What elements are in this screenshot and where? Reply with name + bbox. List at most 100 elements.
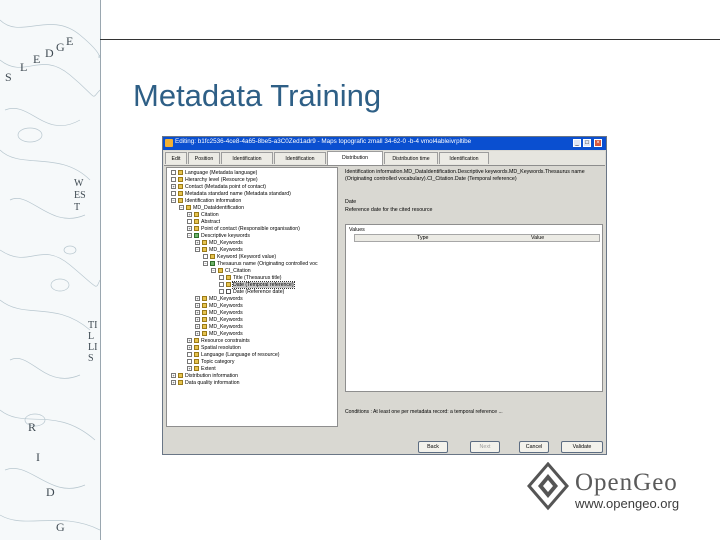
tree-node[interactable]: − MD_DataIdentification bbox=[179, 205, 244, 212]
expand-toggle[interactable]: + bbox=[195, 240, 200, 246]
tree-node[interactable]: − Identification information bbox=[171, 198, 241, 205]
expand-toggle[interactable]: + bbox=[187, 338, 192, 344]
expand-toggle[interactable]: + bbox=[187, 366, 192, 372]
tree-node[interactable]: Date (Reference date) bbox=[219, 289, 284, 296]
tree-node[interactable]: + Extent bbox=[187, 366, 216, 373]
expand-toggle[interactable]: + bbox=[195, 303, 200, 309]
expand-toggle[interactable] bbox=[187, 219, 192, 225]
logo-wordmark: OpenGeo bbox=[575, 469, 678, 496]
expand-toggle[interactable] bbox=[171, 191, 176, 197]
map-letter: G bbox=[56, 40, 65, 54]
folder-icon bbox=[178, 170, 183, 176]
tree-node[interactable]: + MD_Keywords bbox=[195, 317, 243, 324]
tree-node[interactable]: + MD_Keywords bbox=[195, 331, 243, 338]
tree-node[interactable]: Language (Metadata language) bbox=[171, 170, 257, 177]
logo-url: www.opengeo.org bbox=[575, 496, 680, 511]
close-button[interactable]: × bbox=[594, 139, 602, 147]
field-label: Date bbox=[345, 199, 357, 205]
expand-toggle[interactable] bbox=[171, 170, 176, 176]
tree-node[interactable]: + MD_Keywords bbox=[195, 296, 243, 303]
map-letter: E bbox=[33, 52, 41, 66]
tree-node[interactable]: Keyword (Keyword value) bbox=[203, 254, 276, 261]
maximize-button[interactable]: □ bbox=[583, 139, 591, 147]
tree-node[interactable]: + Citation bbox=[187, 212, 219, 219]
tab-edit[interactable]: Edit bbox=[165, 152, 187, 164]
folder-icon bbox=[178, 177, 183, 183]
tree-node[interactable]: − Descriptive keywords bbox=[187, 233, 250, 240]
values-label: Values bbox=[349, 227, 365, 233]
tab-identification-2[interactable]: Identification bbox=[274, 152, 326, 164]
tree-node[interactable]: + Data quality information bbox=[171, 380, 240, 387]
tab-identification-1[interactable]: Identification bbox=[221, 152, 273, 164]
column-header-type[interactable]: Type bbox=[417, 235, 428, 242]
back-button[interactable]: Back bbox=[418, 441, 448, 453]
expand-toggle[interactable]: + bbox=[171, 380, 176, 386]
expand-toggle[interactable] bbox=[219, 282, 224, 288]
tree-node[interactable]: Hierarchy level (Resource type) bbox=[171, 177, 258, 184]
expand-toggle[interactable]: − bbox=[211, 268, 216, 274]
tree-node[interactable]: + MD_Keywords bbox=[195, 324, 243, 331]
expand-toggle[interactable] bbox=[203, 254, 208, 260]
title-divider bbox=[100, 39, 720, 40]
values-table-header: Type Value bbox=[354, 234, 600, 242]
expand-toggle[interactable]: − bbox=[179, 205, 184, 211]
map-letter: S bbox=[5, 70, 12, 84]
tree-node[interactable]: Title (Thesaurus title) bbox=[219, 275, 282, 282]
folder-icon bbox=[210, 261, 215, 267]
expand-toggle[interactable]: + bbox=[171, 373, 176, 379]
tree-node[interactable]: + Spatial resolution bbox=[187, 345, 241, 352]
tree-node[interactable]: + Point of contact (Responsible organisat… bbox=[187, 226, 300, 233]
tree-node[interactable]: − Thesaurus name (Originating controlled … bbox=[203, 261, 318, 268]
tree-node[interactable]: − MD_Keywords bbox=[195, 247, 243, 254]
tree-node[interactable]: + MD_Keywords bbox=[195, 303, 243, 310]
expand-toggle[interactable]: + bbox=[187, 345, 192, 351]
tab-distribution[interactable]: Distribution bbox=[327, 151, 383, 165]
expand-toggle[interactable]: − bbox=[203, 261, 208, 267]
folder-icon bbox=[194, 345, 199, 351]
cancel-button[interactable]: Cancel bbox=[519, 441, 549, 453]
expand-toggle[interactable]: + bbox=[187, 226, 192, 232]
tab-distribution-time[interactable]: Distribution time bbox=[384, 152, 438, 164]
folder-icon bbox=[194, 233, 199, 239]
column-header-value[interactable]: Value bbox=[531, 235, 544, 242]
expand-toggle[interactable]: + bbox=[195, 324, 200, 330]
window-titlebar[interactable]: Editing: b1fc2536-4ce8-4a65-8be5-a3C0Zed… bbox=[163, 137, 606, 150]
folder-icon bbox=[202, 331, 207, 337]
expand-toggle[interactable] bbox=[219, 289, 224, 295]
expand-toggle[interactable]: − bbox=[187, 233, 192, 239]
metadata-editor-window: Editing: b1fc2536-4ce8-4a65-8be5-a3C0Zed… bbox=[162, 136, 607, 455]
expand-toggle[interactable]: + bbox=[171, 184, 176, 190]
expand-toggle[interactable]: + bbox=[195, 317, 200, 323]
validate-button[interactable]: Validate bbox=[561, 441, 603, 453]
tree-node[interactable]: Topic category bbox=[187, 359, 234, 366]
tree-node-selected[interactable]: Date (Temporal reference) bbox=[219, 281, 295, 289]
tree-node[interactable]: + Distribution information bbox=[171, 373, 238, 380]
map-label-west: WEST bbox=[74, 178, 86, 213]
tree-node[interactable]: + MD_Keywords bbox=[195, 240, 243, 247]
tree-node[interactable]: − CI_Citation bbox=[211, 268, 251, 275]
strip-divider bbox=[100, 0, 101, 540]
expand-toggle[interactable]: + bbox=[195, 296, 200, 302]
tree-node[interactable]: Abstract bbox=[187, 219, 220, 226]
tree-node[interactable]: + Resource constraints bbox=[187, 338, 250, 345]
expand-toggle[interactable] bbox=[219, 275, 224, 281]
expand-toggle[interactable]: − bbox=[171, 198, 176, 204]
next-button[interactable]: Next bbox=[470, 441, 500, 453]
expand-toggle[interactable] bbox=[187, 359, 192, 365]
minimize-button[interactable]: _ bbox=[573, 139, 581, 147]
tab-identification-3[interactable]: Identification bbox=[439, 152, 489, 164]
tree-node[interactable]: + Contact (Metadata point of contact) bbox=[171, 184, 266, 191]
expand-toggle[interactable]: − bbox=[195, 247, 200, 253]
folder-icon bbox=[194, 219, 199, 225]
folder-icon bbox=[226, 289, 231, 295]
expand-toggle[interactable]: + bbox=[195, 310, 200, 316]
tree-node[interactable]: Metadata standard name (Metadata standar… bbox=[171, 191, 291, 198]
tree-node[interactable]: + MD_Keywords bbox=[195, 310, 243, 317]
expand-toggle[interactable] bbox=[187, 352, 192, 358]
expand-toggle[interactable]: + bbox=[195, 331, 200, 337]
tab-position[interactable]: Position bbox=[188, 152, 220, 164]
expand-toggle[interactable]: + bbox=[187, 212, 192, 218]
folder-icon bbox=[178, 198, 183, 204]
expand-toggle[interactable] bbox=[171, 177, 176, 183]
tree-node[interactable]: Language (Language of resource) bbox=[187, 352, 279, 359]
